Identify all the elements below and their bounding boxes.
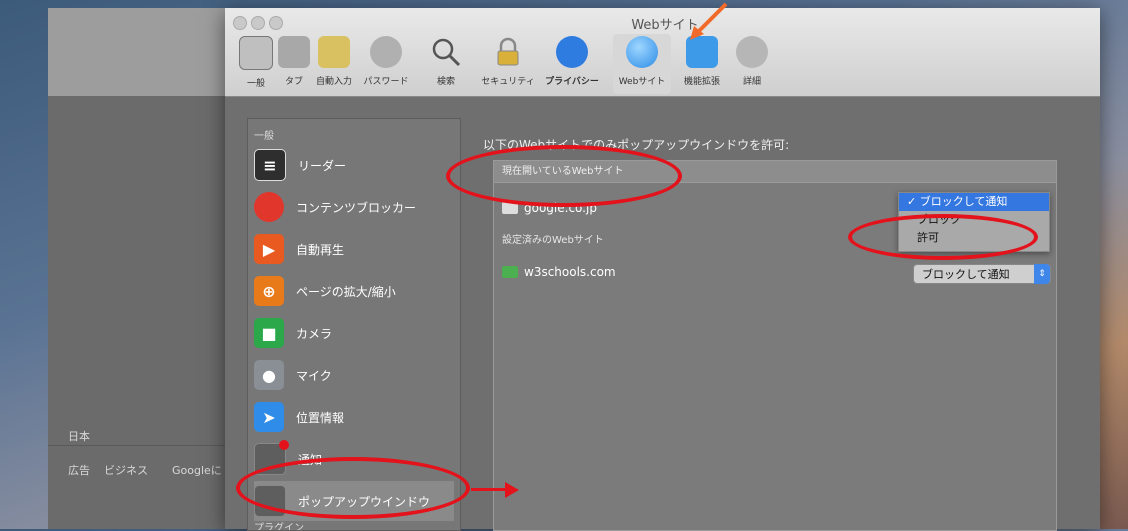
sidebar-item-location[interactable]: ➤ 位置情報 — [254, 397, 454, 437]
content-blocker-icon — [254, 192, 284, 222]
footer-link-business[interactable]: ビジネス — [104, 462, 148, 478]
camera-icon: ■ — [254, 318, 284, 348]
sidebar-item-camera[interactable]: ■ カメラ — [254, 313, 454, 353]
annotation-ellipse-allow-option — [848, 214, 1038, 260]
sidebar-section-general: 一般 — [254, 131, 274, 142]
annotation-arrow-head-icon — [505, 482, 519, 498]
hand-icon — [556, 36, 588, 68]
sidebar-item-label: 位置情報 — [296, 410, 345, 425]
checkmark-icon: ✓ — [907, 195, 917, 208]
select-value: ブロックして通知 — [922, 268, 1010, 281]
search-icon — [430, 36, 462, 68]
toolbar-websites[interactable]: Webサイト — [613, 34, 671, 94]
option-block-and-notify[interactable]: ✓ ブロックして通知 — [899, 193, 1049, 211]
annotation-arrow-line — [471, 488, 507, 491]
lock-icon — [492, 36, 524, 68]
toolbar-security[interactable]: セキュリティ — [479, 34, 537, 94]
annotation-orange-arrow-icon — [690, 2, 728, 40]
sidebar-item-content-blockers[interactable]: コンテンツブロッカー — [254, 187, 454, 227]
preferences-toolbar: Webサイト 一般 タブ 自動入力 パスワード 検索 セキュリティ プライバシー… — [225, 8, 1100, 97]
chevron-updown-icon: ⇕ — [1034, 264, 1050, 284]
toolbar-search[interactable]: 検索 — [417, 34, 475, 94]
option-label: ブロックして通知 — [919, 195, 1008, 208]
toolbar-label: 検索 — [436, 77, 455, 87]
footer-link-ads[interactable]: 広告 — [68, 462, 90, 478]
configured-sites-label: 設定済みのWebサイト — [502, 235, 604, 246]
autofill-icon — [318, 36, 350, 68]
toolbar-label: セキュリティ — [481, 77, 535, 87]
close-button[interactable] — [233, 16, 247, 30]
w3schools-favicon-icon — [502, 266, 518, 278]
toolbar-privacy[interactable]: プライバシー — [543, 34, 601, 94]
sidebar-item-label: リーダー — [298, 158, 347, 173]
key-icon — [370, 36, 402, 68]
globe-icon — [626, 36, 658, 68]
autoplay-icon: ▶ — [254, 234, 284, 264]
toolbar-label: 自動入力 — [315, 77, 352, 87]
toolbar-label: パスワード — [363, 77, 409, 87]
zoom-button[interactable] — [269, 16, 283, 30]
toolbar-label: 詳細 — [742, 77, 761, 87]
sidebar-item-label: ページの拡大/縮小 — [296, 284, 396, 299]
annotation-ellipse-current-sites — [446, 145, 682, 207]
sidebar-item-page-zoom[interactable]: ⊕ ページの拡大/縮小 — [254, 271, 454, 311]
sidebar-item-label: カメラ — [296, 326, 333, 341]
sidebar-item-microphone[interactable]: ● マイク — [254, 355, 454, 395]
toolbar-passwords[interactable]: パスワード — [357, 34, 415, 94]
toolbar-label: プライバシー — [545, 77, 599, 87]
sidebar-item-reader[interactable]: ≡ リーダー — [254, 145, 454, 185]
sidebar-item-label: 自動再生 — [296, 242, 345, 257]
configured-site-name: w3schools.com — [524, 265, 616, 279]
sidebar-item-autoplay[interactable]: ▶ 自動再生 — [254, 229, 454, 269]
footer-country: 日本 — [68, 430, 90, 443]
toolbar-advanced[interactable]: 詳細 — [723, 34, 781, 94]
location-icon: ➤ — [254, 402, 284, 432]
configured-site-row[interactable]: w3schools.com — [502, 265, 616, 279]
preferences-window: Webサイト 一般 タブ 自動入力 パスワード 検索 セキュリティ プライバシー… — [225, 8, 1100, 531]
gear-icon — [736, 36, 768, 68]
background-divider — [48, 445, 228, 446]
annotation-ellipse-popup-windows — [236, 457, 470, 519]
configured-site-setting-select[interactable]: ブロックして通知 ⇕ — [913, 264, 1051, 284]
sidebar-item-label: マイク — [296, 368, 332, 383]
microphone-icon: ● — [254, 360, 284, 390]
footer-link-google[interactable]: Googleに — [172, 462, 222, 478]
zoom-icon: ⊕ — [254, 276, 284, 306]
toolbar-label: Webサイト — [618, 77, 666, 87]
sidebar-item-label: コンテンツブロッカー — [296, 200, 417, 215]
toolbar-autofill[interactable]: 自動入力 — [305, 34, 363, 94]
sidebar-section-plugins: プラグイン — [254, 523, 304, 531]
minimize-button[interactable] — [251, 16, 265, 30]
reader-icon: ≡ — [254, 149, 286, 181]
